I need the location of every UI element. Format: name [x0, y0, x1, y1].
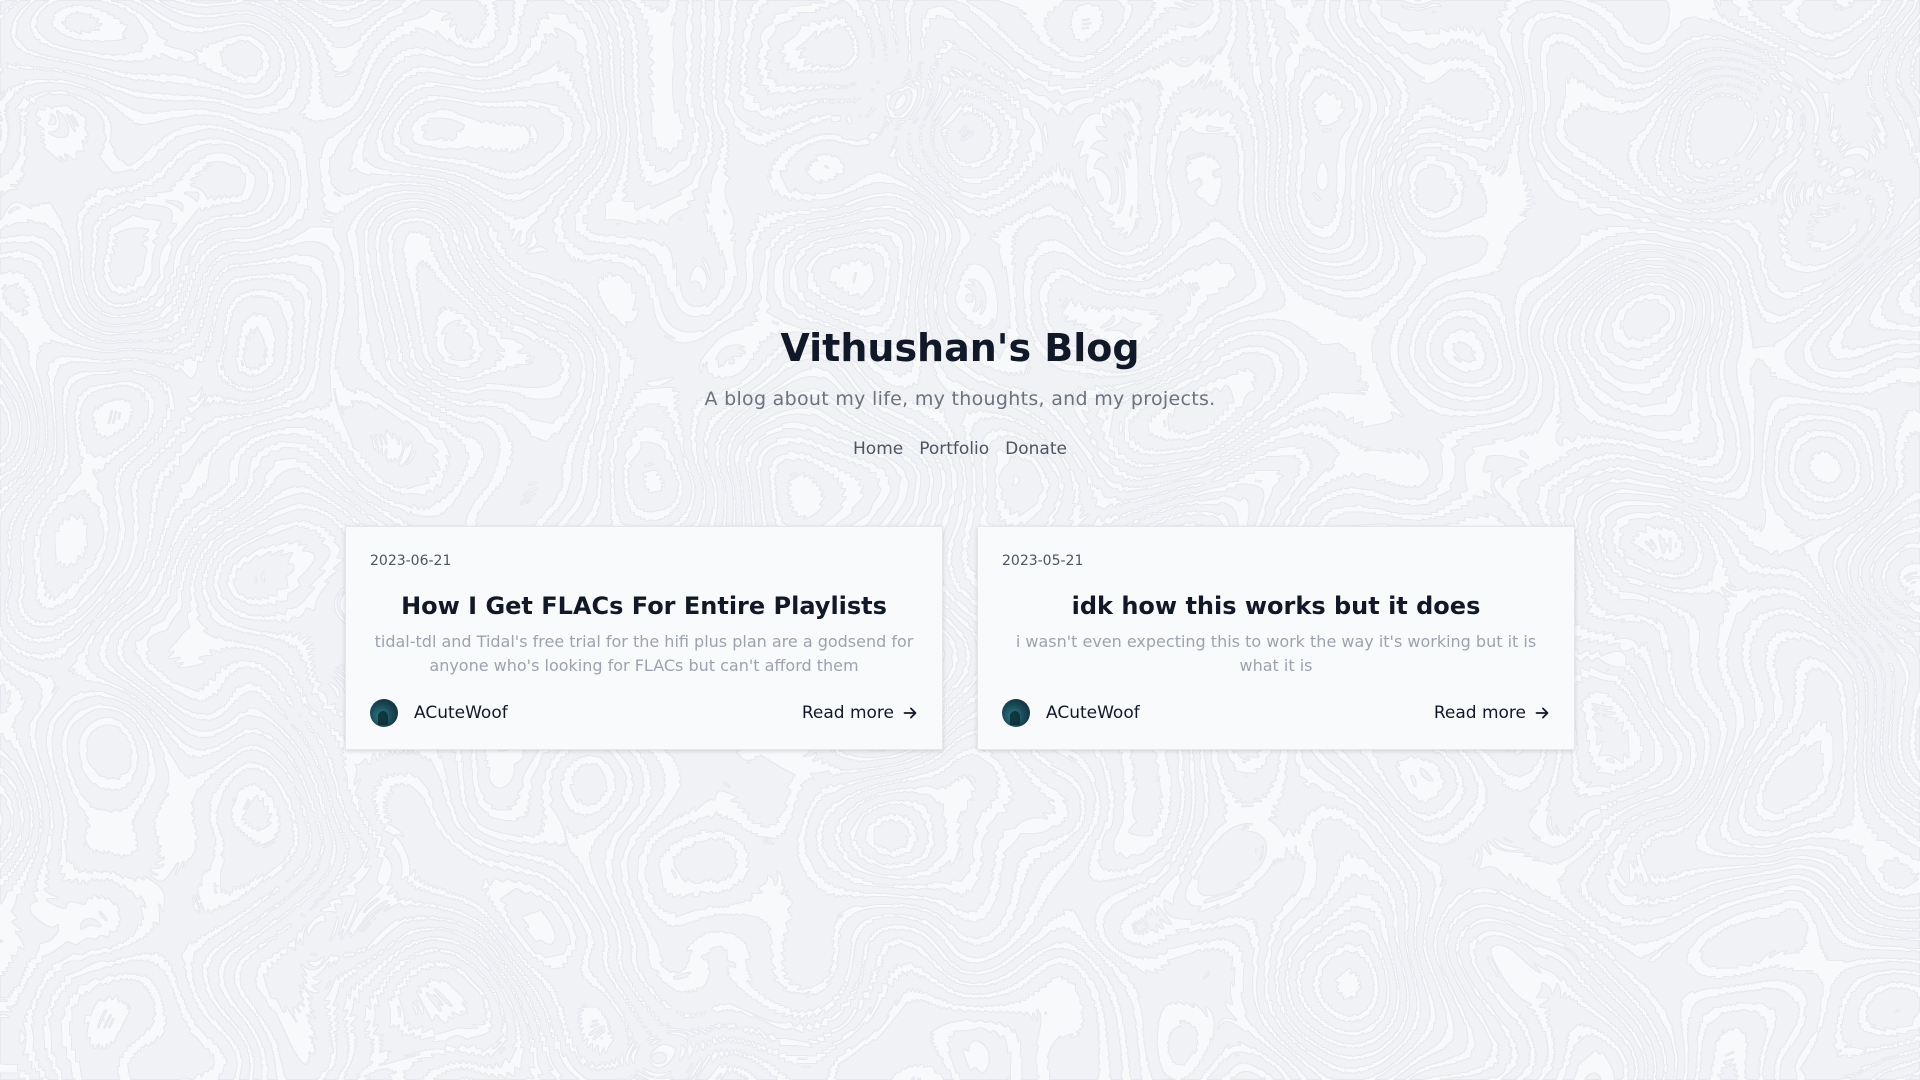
- post-card: 2023-06-21 How I Get FLACs For Entire Pl…: [345, 526, 943, 750]
- read-more-label: Read more: [801, 703, 894, 723]
- author-name: ACuteWoof: [414, 703, 508, 723]
- post-date: 2023-06-21: [370, 553, 452, 569]
- main-nav: Home Portfolio Donate: [0, 437, 1920, 461]
- author-avatar: [370, 699, 398, 727]
- read-more-link[interactable]: Read more: [1434, 703, 1550, 723]
- post-author: ACuteWoof: [370, 699, 508, 727]
- post-footer: ACuteWoof Read more: [370, 698, 918, 728]
- nav-link-portfolio[interactable]: Portfolio: [919, 437, 989, 461]
- post-footer: ACuteWoof Read more: [1002, 698, 1550, 728]
- read-more-label: Read more: [1433, 703, 1526, 723]
- nav-link-donate[interactable]: Donate: [1005, 437, 1067, 461]
- arrow-right-icon: [902, 705, 918, 721]
- author-name: ACuteWoof: [1046, 703, 1140, 723]
- read-more-link[interactable]: Read more: [802, 703, 918, 723]
- site-title: Vithushan's Blog: [780, 326, 1140, 370]
- post-title[interactable]: How I Get FLACs For Entire Playlists: [346, 590, 942, 622]
- arrow-right-icon: [1534, 705, 1550, 721]
- site-subtitle: A blog about my life, my thoughts, and m…: [704, 388, 1216, 410]
- post-excerpt: tidal-tdl and Tidal's free trial for the…: [374, 632, 914, 675]
- post-date: 2023-05-21: [1002, 553, 1084, 569]
- author-avatar: [1002, 699, 1030, 727]
- page: Vithushan's Blog A blog about my life, m…: [0, 0, 1920, 1080]
- post-card: 2023-05-21 idk how this works but it doe…: [977, 526, 1575, 750]
- nav-link-home[interactable]: Home: [853, 437, 903, 461]
- post-excerpt: i wasn't even expecting this to work the…: [1015, 632, 1537, 675]
- post-title[interactable]: idk how this works but it does: [978, 590, 1574, 622]
- post-author: ACuteWoof: [1002, 699, 1140, 727]
